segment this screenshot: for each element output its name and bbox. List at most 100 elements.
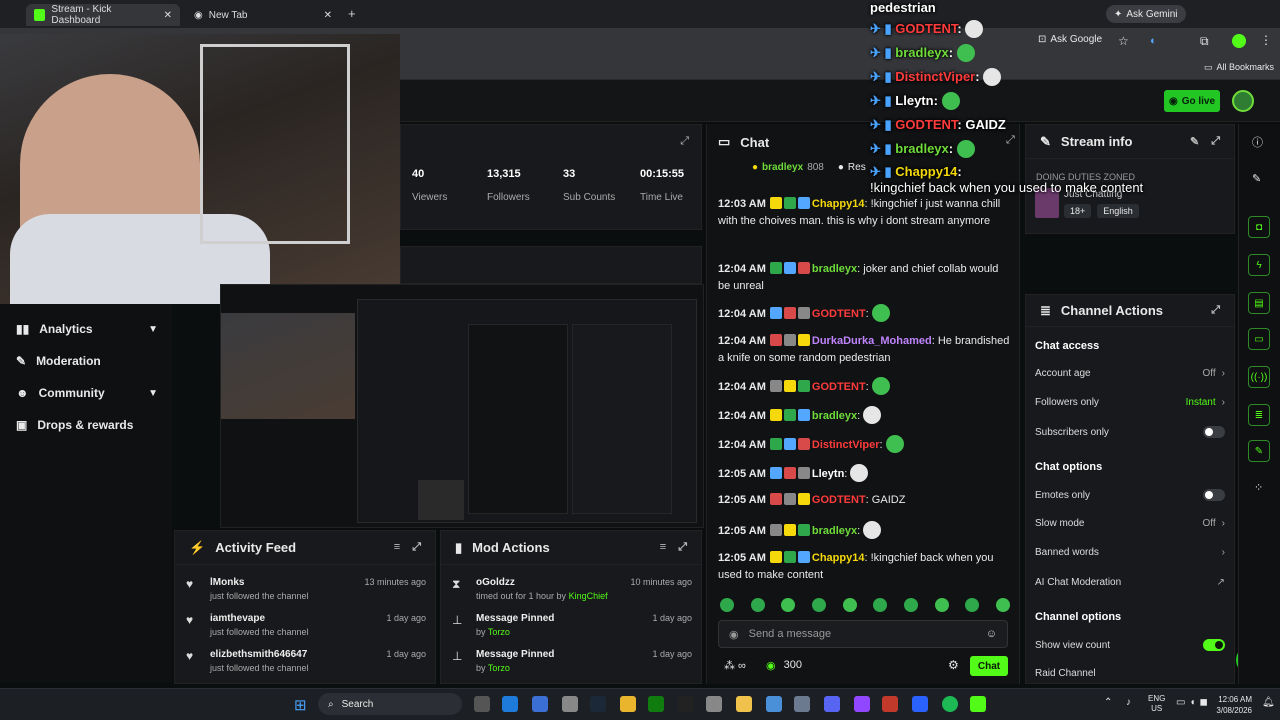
lightning-icon[interactable]: ϟ <box>1248 254 1270 276</box>
puzzle-icon[interactable]: ⧉ <box>1200 34 1209 49</box>
setting-raid-channel[interactable]: Raid Channel <box>1035 668 1225 679</box>
chat-username[interactable]: bradleyx <box>812 263 857 275</box>
chat-username[interactable]: DistinctViper <box>812 439 880 451</box>
app-icon[interactable] <box>532 696 548 712</box>
filter-icon[interactable]: ≡ <box>660 541 666 554</box>
settings-gear-icon[interactable]: ⚙ <box>948 658 959 672</box>
emote-icon[interactable] <box>995 598 1010 612</box>
emote-icon[interactable] <box>781 598 796 612</box>
taskbar-search[interactable]: ⌕ Search <box>318 693 462 715</box>
chrome-icon[interactable] <box>620 696 636 712</box>
close-icon[interactable]: ✕ <box>324 10 332 21</box>
epic-icon[interactable] <box>678 696 694 712</box>
all-bookmarks-button[interactable]: ▭ All Bookmarks <box>1204 62 1274 73</box>
taskbar-clock[interactable]: 12:06 AM 3/08/2026 <box>1214 694 1252 716</box>
chat-username[interactable]: bradleyx <box>812 525 857 537</box>
setting-slow-mode[interactable]: Slow mode Off › <box>1035 518 1225 529</box>
mod-action-moderator[interactable]: Torzo <box>488 663 510 673</box>
chat-username[interactable]: DurkaDurka_Mohamed <box>812 335 932 347</box>
emote-icon[interactable] <box>903 598 918 612</box>
tab-new-tab[interactable]: ◉ New Tab ✕ <box>186 4 340 26</box>
popout-icon[interactable]: ⤢ <box>680 135 689 148</box>
apps-icon[interactable]: ⁘ <box>1254 481 1263 494</box>
tag-badge[interactable]: 18+ <box>1064 204 1092 218</box>
chat-username[interactable]: GODTENT <box>812 308 866 320</box>
infinity-icon[interactable]: ⁂ ∞ <box>724 659 746 672</box>
filter-icon[interactable]: ≡ <box>394 541 400 554</box>
settings-icon[interactable] <box>706 696 722 712</box>
setting-ai-chat-moderation[interactable]: AI Chat Moderation ↗ <box>1035 577 1225 588</box>
popout-icon[interactable]: ⤢ <box>1211 135 1220 148</box>
broadcast-icon[interactable]: ((·)) <box>1248 366 1270 388</box>
activity-user[interactable]: iamthevape <box>210 613 309 624</box>
emote-icon[interactable] <box>885 435 904 453</box>
emote-icon[interactable] <box>842 598 857 612</box>
app-icon[interactable] <box>912 696 928 712</box>
app-icon[interactable] <box>794 696 810 712</box>
steam-icon[interactable] <box>590 696 606 712</box>
chat-input[interactable]: ◉ Send a message ☺ <box>718 620 1008 648</box>
info-icon[interactable]: ⓘ <box>1252 134 1263 150</box>
emote-icon[interactable] <box>863 521 882 539</box>
user-avatar[interactable] <box>1232 90 1254 112</box>
kick-icon[interactable] <box>970 696 986 712</box>
edge-icon[interactable] <box>502 696 518 712</box>
app-icon[interactable] <box>766 696 782 712</box>
stack-icon[interactable]: ≣ <box>1248 404 1270 426</box>
chat-username[interactable]: GODTENT <box>812 494 866 506</box>
extension-icon[interactable]: ◐ <box>1150 35 1157 47</box>
channel-points[interactable]: ◉ 300 <box>766 659 802 672</box>
edit-icon[interactable]: ✎ <box>1190 135 1199 148</box>
task-view-icon[interactable] <box>474 696 490 712</box>
new-tab-button[interactable]: + <box>348 6 356 21</box>
emote-icon[interactable] <box>863 406 882 424</box>
emote-icon[interactable] <box>871 304 890 322</box>
ask-google-button[interactable]: ⊡ Ask Google <box>1038 34 1102 45</box>
emote-icon[interactable] <box>934 598 949 612</box>
xbox-icon[interactable] <box>648 696 664 712</box>
chat-username[interactable]: bradleyx <box>812 410 857 422</box>
emote-icon[interactable] <box>871 377 890 395</box>
popout-icon[interactable]: ⤢ <box>1006 134 1015 147</box>
emote-icon[interactable] <box>750 598 765 612</box>
app-icon[interactable] <box>854 696 870 712</box>
go-live-button[interactable]: ◉ Go live <box>1164 90 1220 112</box>
language-indicator[interactable]: ENG US <box>1148 694 1165 714</box>
mod-action-moderator[interactable]: Torzo <box>488 627 510 637</box>
star-icon[interactable]: ☆ <box>1118 34 1129 48</box>
app-icon[interactable] <box>562 696 578 712</box>
mod-action-moderator[interactable]: KingChief <box>569 591 608 601</box>
folder-icon[interactable] <box>736 696 752 712</box>
emoji-icon[interactable]: ☺ <box>986 628 997 640</box>
setting-banned-words[interactable]: Banned words › <box>1035 547 1225 558</box>
app-icon[interactable] <box>882 696 898 712</box>
document-icon[interactable]: ▤ <box>1248 292 1270 314</box>
close-icon[interactable]: ✕ <box>164 10 172 21</box>
tab-kick-dashboard[interactable]: Stream - Kick Dashboard ✕ <box>26 4 180 26</box>
chat-send-button[interactable]: Chat <box>970 656 1008 676</box>
chat-username[interactable]: Chappy14 <box>812 198 865 210</box>
top-gifter[interactable]: ● bradleyx 808 ● Res <box>752 162 866 173</box>
emote-icon[interactable] <box>720 598 734 612</box>
chat-username[interactable]: GODTENT <box>812 381 866 393</box>
popout-icon[interactable]: ⤢ <box>1211 304 1220 317</box>
activity-user[interactable]: elizbethsmith646647 <box>210 649 309 660</box>
tag-badge[interactable]: English <box>1097 204 1139 218</box>
notifications-icon[interactable]: 🔔︎ <box>1262 697 1275 708</box>
sidebar-item-analytics[interactable]: ▮▮ Analytics ▼ <box>16 322 158 336</box>
tray-chevron-icon[interactable]: ⌃ <box>1104 697 1112 708</box>
sidebar-item-community[interactable]: ☻ Community ▼ <box>16 386 158 400</box>
chat-username[interactable]: Chappy14 <box>812 552 865 564</box>
microphone-icon[interactable]: ♪ <box>1126 697 1131 708</box>
profile-avatar[interactable] <box>1232 34 1246 48</box>
sidebar-item-drops-rewards[interactable]: ▣ Drops & rewards <box>16 418 158 432</box>
network-volume-battery-icons[interactable]: ▭◖◼ <box>1176 697 1212 708</box>
spotify-icon[interactable] <box>942 696 958 712</box>
mod-action-target[interactable]: oGoldzz <box>476 577 608 588</box>
emotes-only-toggle[interactable] <box>1203 489 1225 501</box>
sidebar-item-moderation[interactable]: ✎ Moderation <box>16 354 158 368</box>
popout-icon[interactable]: ⤢ <box>678 541 687 554</box>
wrench-icon[interactable]: ✎ <box>1248 440 1270 462</box>
chat-bubble-icon[interactable]: ▭ <box>1248 328 1270 350</box>
emote-icon[interactable] <box>811 598 826 612</box>
